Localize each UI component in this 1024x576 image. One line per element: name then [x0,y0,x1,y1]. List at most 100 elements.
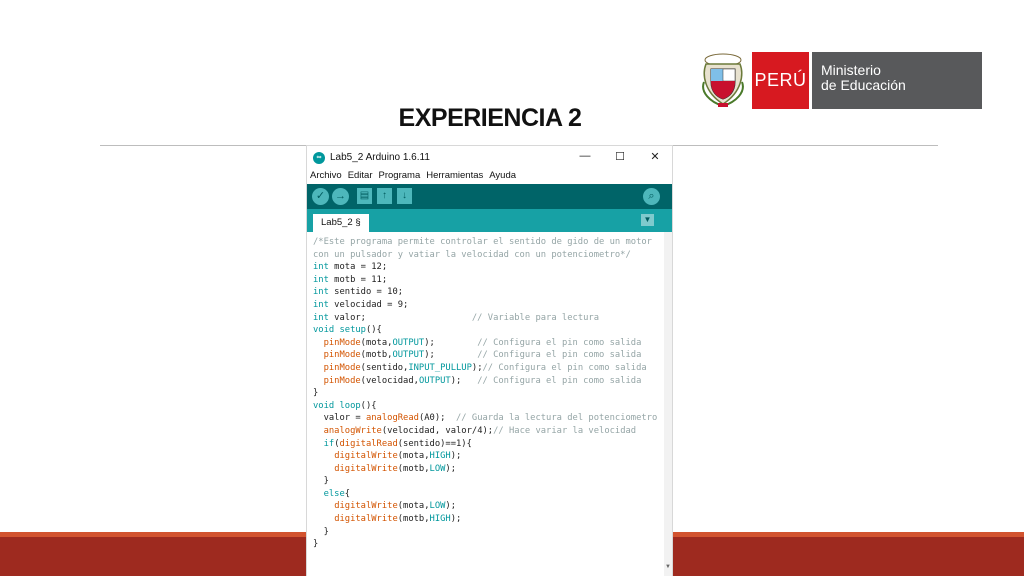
ministry-line-2: de Educación [821,77,906,93]
code-token: (mota, [397,501,430,512]
open-button[interactable]: ↑ [377,188,392,204]
code-line: pinMode(velocidad,OUTPUT); // Configura … [313,375,664,388]
code-line: digitalWrite(motb,LOW); [313,463,664,476]
code-line: void setup(){ [313,324,664,337]
code-token: ); [445,501,457,512]
peru-label: PERÚ [752,52,809,109]
code-token: else [323,488,345,499]
code-token: OUTPUT [392,350,425,361]
code-token: pinMode [323,337,361,348]
tab-lab5-2[interactable]: Lab5_2 § [313,214,369,232]
menu-programa[interactable]: Programa [379,170,421,184]
menu-herramientas[interactable]: Herramientas [426,170,483,184]
code-token: motb = 11; [328,274,388,285]
code-token: void [313,400,335,411]
code-token: } [313,539,319,550]
code-token: ); [450,514,462,525]
code-token: (velocidad, valor/4); [381,425,494,436]
chevron-down-icon: ▼ [643,215,652,224]
code-editor[interactable]: /*Este programa permite controlar el sen… [307,232,664,576]
vertical-scrollbar[interactable] [664,232,672,576]
code-line: } [313,387,664,400]
code-token: (A0); [418,413,457,424]
code-token: /*Este programa permite controlar el sen… [313,237,652,247]
code-token: valor; [328,312,472,323]
code-token: (velocidad, [360,375,419,386]
code-token: // Configura el pin como salida [477,337,642,348]
code-token: int [313,287,329,298]
code-token: int [313,274,329,285]
code-token: pinMode [323,350,361,361]
code-token: digitalRead [339,438,398,449]
code-token: } [313,476,329,487]
code-line: if(digitalRead(sentido)==1){ [313,438,664,451]
verify-button[interactable]: ✓ [312,188,329,205]
code-token: OUTPUT [418,375,451,386]
code-token: pinMode [323,375,361,386]
code-token: (motb, [397,463,430,474]
menu-ayuda[interactable]: Ayuda [489,170,516,184]
slide-title: EXPERIENCIA 2 [398,104,582,132]
new-button[interactable]: ▤ [357,188,372,204]
code-token: loop [339,400,361,411]
code-token: ); [450,375,478,386]
code-line: pinMode(sentido,INPUT_PULLUP);// Configu… [313,362,664,375]
arrow-up-icon: ↑ [382,190,387,201]
window-titlebar[interactable]: ∞ Lab5_2 Arduino 1.6.11 — ☐ ✕ [307,146,672,170]
code-token: // Configura el pin como salida [482,362,647,373]
code-token: velocidad = 9; [328,299,409,310]
arduino-ide-window: ∞ Lab5_2 Arduino 1.6.11 — ☐ ✕ Archivo Ed… [307,146,672,576]
code-line: int motb = 11; [313,274,664,287]
code-token: pinMode [323,362,361,373]
save-button[interactable]: ↓ [397,188,412,204]
code-token: digitalWrite [334,463,398,474]
code-line: } [313,538,664,551]
code-token: ); [445,463,457,474]
code-token: // Variable para lectura [471,312,599,323]
code-token: (sentido)==1){ [397,438,472,449]
close-button[interactable]: ✕ [645,150,665,166]
code-token: int [313,262,329,273]
upload-button[interactable]: → [332,188,349,205]
code-token: (motb, [397,514,430,525]
code-line: int sentido = 10; [313,286,664,299]
check-icon: ✓ [315,190,326,202]
toolbar: ✓ → ▤ ↑ ↓ ⌕ [307,184,672,209]
code-token: digitalWrite [334,514,398,525]
code-line: int velocidad = 9; [313,299,664,312]
code-line: int valor; // Variable para lectura [313,312,664,325]
code-token: int [313,312,329,323]
code-token: digitalWrite [334,451,398,462]
code-token: valor = [313,413,366,424]
code-line: digitalWrite(motb,HIGH); [313,513,664,526]
code-token: (mota, [360,337,393,348]
arrow-right-icon: → [335,190,346,202]
ministry-logo: PERÚ Ministerio de Educación [700,52,982,109]
code-token: HIGH [429,514,451,525]
menu-bar: Archivo Editar Programa Herramientas Ayu… [307,170,672,184]
tab-menu-button[interactable]: ▼ [641,214,654,226]
code-token: HIGH [429,451,451,462]
scroll-down-arrow[interactable]: ▼ [664,564,672,572]
code-line: void loop(){ [313,400,664,413]
serial-monitor-button[interactable]: ⌕ [643,188,660,205]
code-token: int [313,299,329,310]
ministry-line-1: Ministerio [821,62,881,78]
minimize-button[interactable]: — [575,150,595,166]
arduino-app-icon: ∞ [313,152,325,164]
menu-editar[interactable]: Editar [348,170,373,184]
code-line: } [313,526,664,539]
code-token: (sentido, [360,362,409,373]
menu-archivo[interactable]: Archivo [310,170,342,184]
code-line: pinMode(mota,OUTPUT); // Configura el pi… [313,337,664,350]
maximize-button[interactable]: ☐ [610,150,630,166]
new-file-icon: ▤ [359,190,370,201]
code-token: setup [339,325,366,336]
